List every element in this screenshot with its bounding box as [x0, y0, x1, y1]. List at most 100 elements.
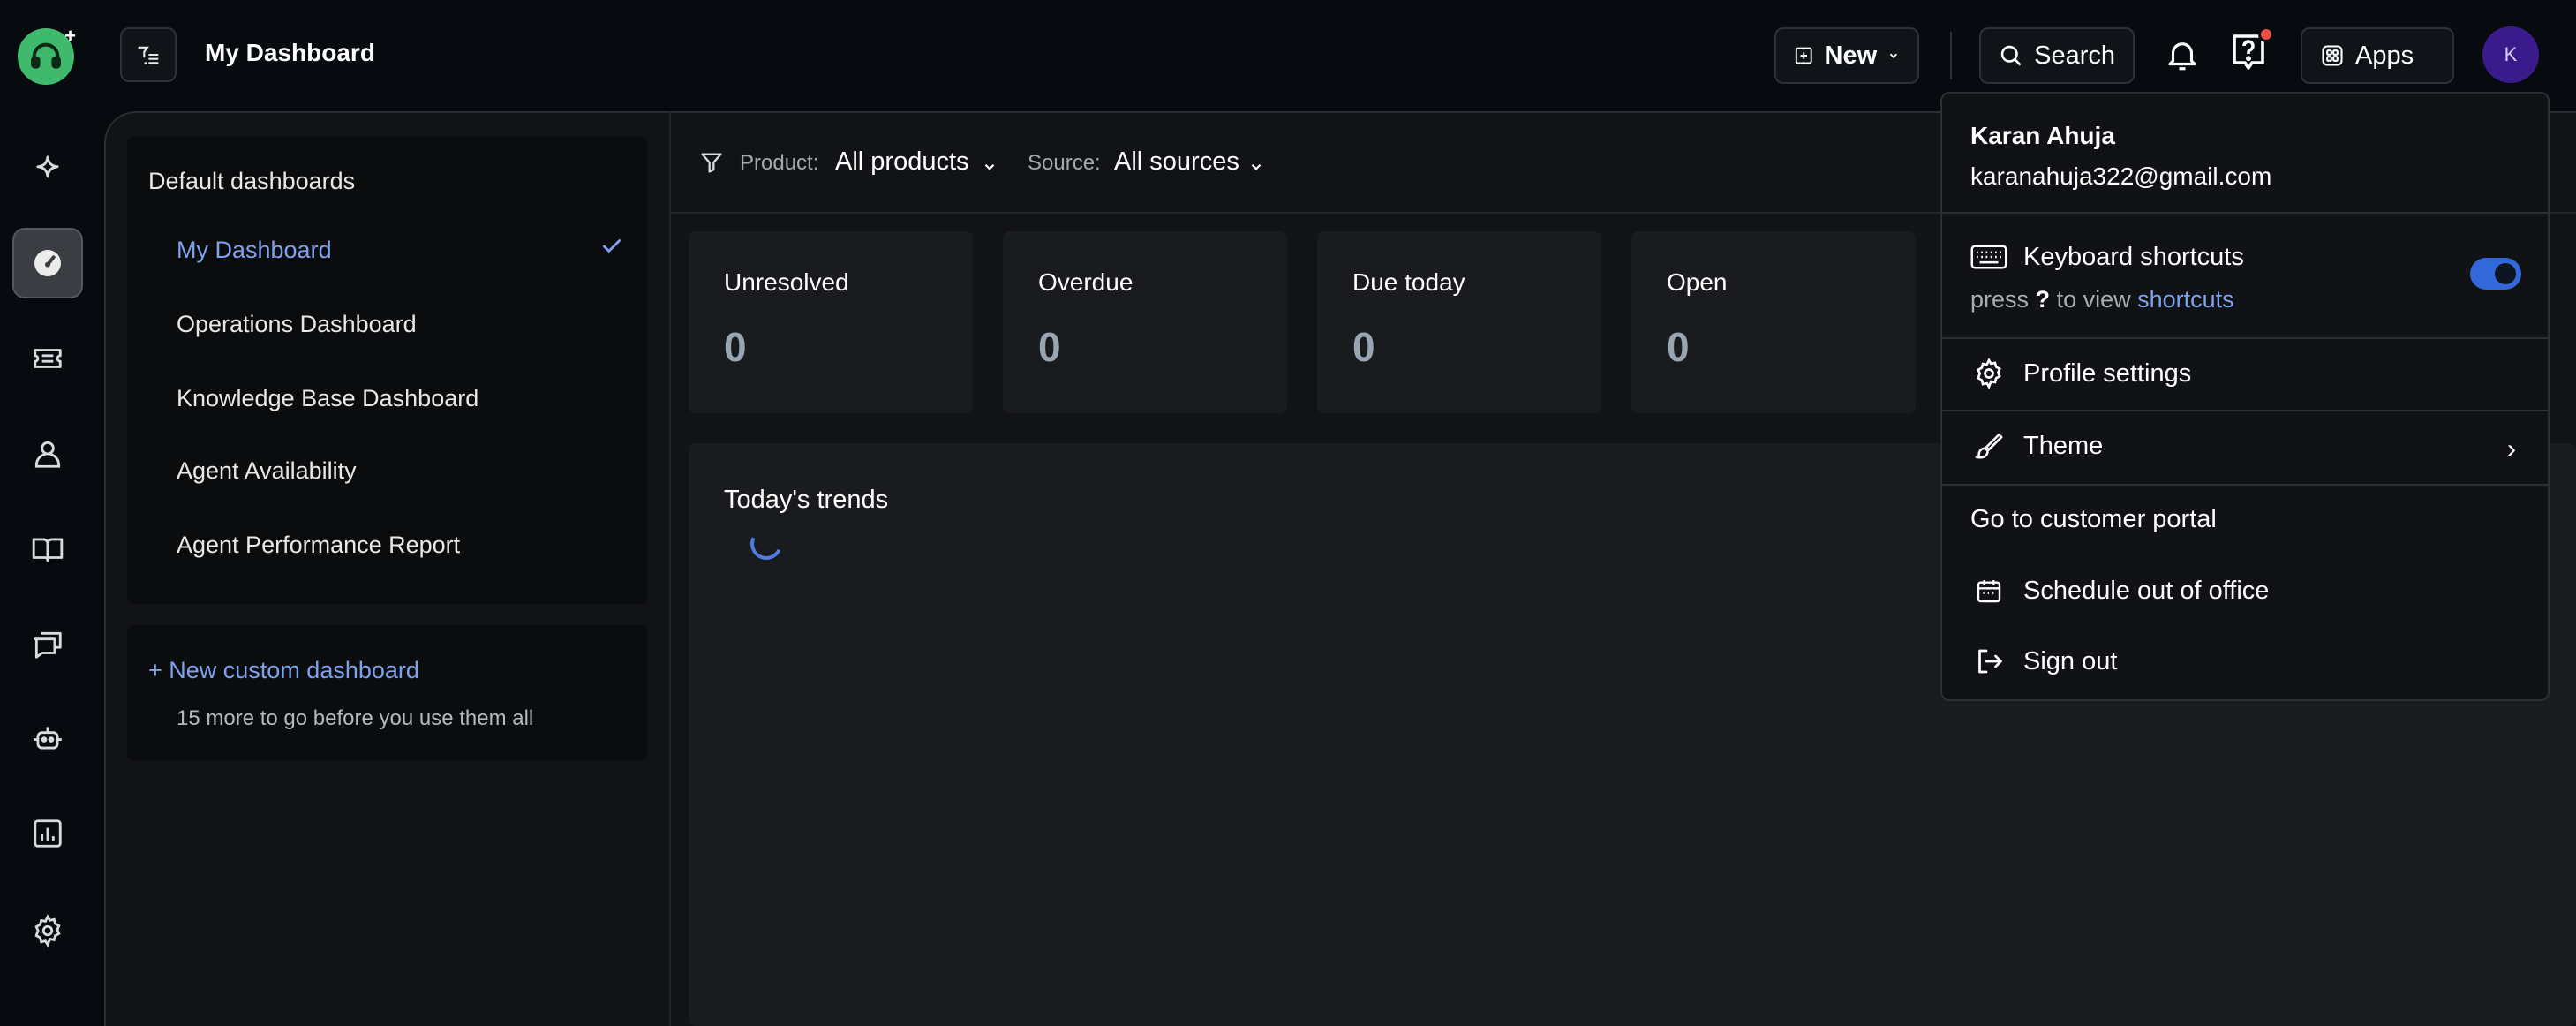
default-dashboards-panel: Default dashboards My Dashboard Operatio… — [127, 136, 648, 604]
dashboard-item-operations[interactable]: Operations Dashboard — [177, 311, 618, 338]
loading-spinner-icon — [745, 523, 787, 565]
rail-item-ai[interactable] — [12, 134, 83, 205]
notifications-button[interactable] — [2159, 32, 2205, 78]
divider — [669, 111, 671, 1026]
book-icon — [32, 538, 64, 562]
sign-out-label: Sign out — [2023, 646, 2118, 675]
calendar-icon — [1970, 572, 2007, 609]
stat-value: 0 — [1667, 324, 1690, 370]
source-filter-label: Source: — [1028, 151, 1101, 175]
notification-badge — [2258, 26, 2274, 42]
rail-item-settings[interactable] — [12, 895, 83, 966]
keyboard-shortcuts-label: Keyboard shortcuts — [2023, 242, 2244, 271]
divider — [1942, 337, 2548, 339]
filter-list-icon — [138, 46, 159, 64]
new-button[interactable]: New — [1774, 27, 1919, 84]
theme-item[interactable]: Theme — [1970, 427, 2103, 464]
profile-menu: Karan Ahuja karanahuja322@gmail.com Keyb… — [1940, 92, 2550, 701]
stat-card-unresolved[interactable]: Unresolved 0 — [689, 231, 973, 413]
rail-item-knowledge-base[interactable] — [12, 514, 83, 585]
keyboard-icon — [1970, 238, 2007, 275]
chat-icon — [34, 631, 62, 659]
new-custom-dashboard-link[interactable]: + New custom dashboard — [148, 657, 419, 684]
avatar[interactable]: K — [2482, 26, 2539, 83]
customer-portal-label: Go to customer portal — [1970, 505, 2217, 533]
trends-title: Today's trends — [724, 486, 889, 514]
rail-item-conversations[interactable] — [12, 609, 83, 680]
stat-card-overdue[interactable]: Overdue 0 — [1003, 231, 1287, 413]
divider — [1942, 212, 2548, 214]
sparkle-icon — [36, 155, 59, 178]
new-button-label: New — [1824, 41, 1878, 70]
product-filter-select[interactable]: All products — [835, 147, 969, 177]
customer-portal-item[interactable]: Go to customer portal — [1970, 505, 2217, 534]
schedule-ooo-item[interactable]: Schedule out of office — [1970, 572, 2269, 609]
bot-icon — [34, 727, 62, 750]
stat-value: 0 — [724, 324, 747, 370]
plus-square-icon — [1795, 47, 1812, 64]
divider — [1942, 484, 2548, 486]
plus-icon: + — [64, 25, 76, 47]
filter-icon — [701, 153, 722, 173]
search-icon — [2000, 45, 2022, 66]
stat-label: Unresolved — [724, 268, 849, 296]
user-email: karanahuja322@gmail.com — [1970, 162, 2272, 190]
user-name: Karan Ahuja — [1970, 122, 2115, 149]
chevron-right-icon: › — [2507, 434, 2516, 464]
apps-icon — [2322, 45, 2343, 66]
stat-card-due-today[interactable]: Due today 0 — [1317, 231, 1601, 413]
keyboard-shortcuts-row: Keyboard shortcuts — [1970, 238, 2244, 275]
custom-dashboard-note: 15 more to go before you use them all — [177, 706, 534, 730]
apps-button[interactable]: Apps — [2301, 27, 2454, 84]
rail-item-tickets[interactable] — [12, 323, 83, 394]
dashboard-item-agent-performance[interactable]: Agent Performance Report — [177, 532, 618, 559]
sign-out-icon — [1970, 643, 2007, 680]
dashboard-item-knowledge-base[interactable]: Knowledge Base Dashboard — [177, 385, 618, 412]
hint-text: to view — [2056, 286, 2131, 313]
dashboard-item-agent-availability[interactable]: Agent Availability — [177, 457, 618, 485]
profile-settings-item[interactable]: Profile settings — [1970, 355, 2191, 392]
hint-text: press — [1970, 286, 2030, 313]
stat-card-open[interactable]: Open 0 — [1631, 231, 1916, 413]
bell-icon — [2168, 42, 2196, 71]
custom-dashboard-panel: + New custom dashboard 15 more to go bef… — [127, 625, 648, 761]
rail-item-contacts[interactable] — [12, 419, 83, 489]
sidebar-toggle-button[interactable] — [120, 27, 177, 82]
hint-key: ? — [2035, 286, 2051, 313]
apps-button-label: Apps — [2355, 41, 2414, 70]
product-filter-label: Product: — [740, 151, 819, 175]
stat-value: 0 — [1352, 324, 1375, 370]
gear-icon — [34, 914, 61, 947]
profile-settings-label: Profile settings — [2023, 358, 2192, 388]
stat-label: Due today — [1352, 268, 1465, 296]
divider — [1950, 32, 1952, 79]
source-filter-select[interactable]: All sources — [1114, 147, 1239, 177]
brush-icon — [1970, 427, 2007, 464]
theme-label: Theme — [2023, 431, 2104, 460]
stat-label: Overdue — [1038, 268, 1134, 296]
rail-item-reports[interactable] — [12, 798, 83, 869]
shortcuts-hint: press ? to view shortcuts — [1970, 286, 2234, 313]
sign-out-item[interactable]: Sign out — [1970, 643, 2117, 680]
check-icon — [602, 239, 621, 253]
dashboard-item-my-dashboard[interactable]: My Dashboard — [177, 237, 618, 264]
search-button-label: Search — [2034, 41, 2115, 70]
page-title: My Dashboard — [205, 39, 375, 66]
keyboard-shortcuts-toggle[interactable] — [2470, 258, 2521, 290]
dashboard-icon — [34, 250, 61, 276]
app-logo[interactable]: + — [18, 25, 76, 85]
stat-label: Open — [1667, 268, 1728, 296]
search-button[interactable]: Search — [1979, 27, 2135, 84]
toggle-knob — [2495, 263, 2516, 284]
gear-icon — [1970, 355, 2007, 392]
shortcuts-link[interactable]: shortcuts — [2137, 286, 2234, 313]
chevron-down-icon — [984, 163, 995, 170]
rail-item-dashboard[interactable] — [12, 228, 83, 298]
stat-value: 0 — [1038, 324, 1061, 370]
ticket-icon — [34, 349, 62, 368]
divider — [1942, 410, 2548, 411]
rail-item-bots[interactable] — [12, 703, 83, 773]
reports-icon — [34, 819, 62, 848]
chevron-down-icon — [1251, 163, 1262, 170]
chevron-down-icon — [1890, 53, 1898, 58]
